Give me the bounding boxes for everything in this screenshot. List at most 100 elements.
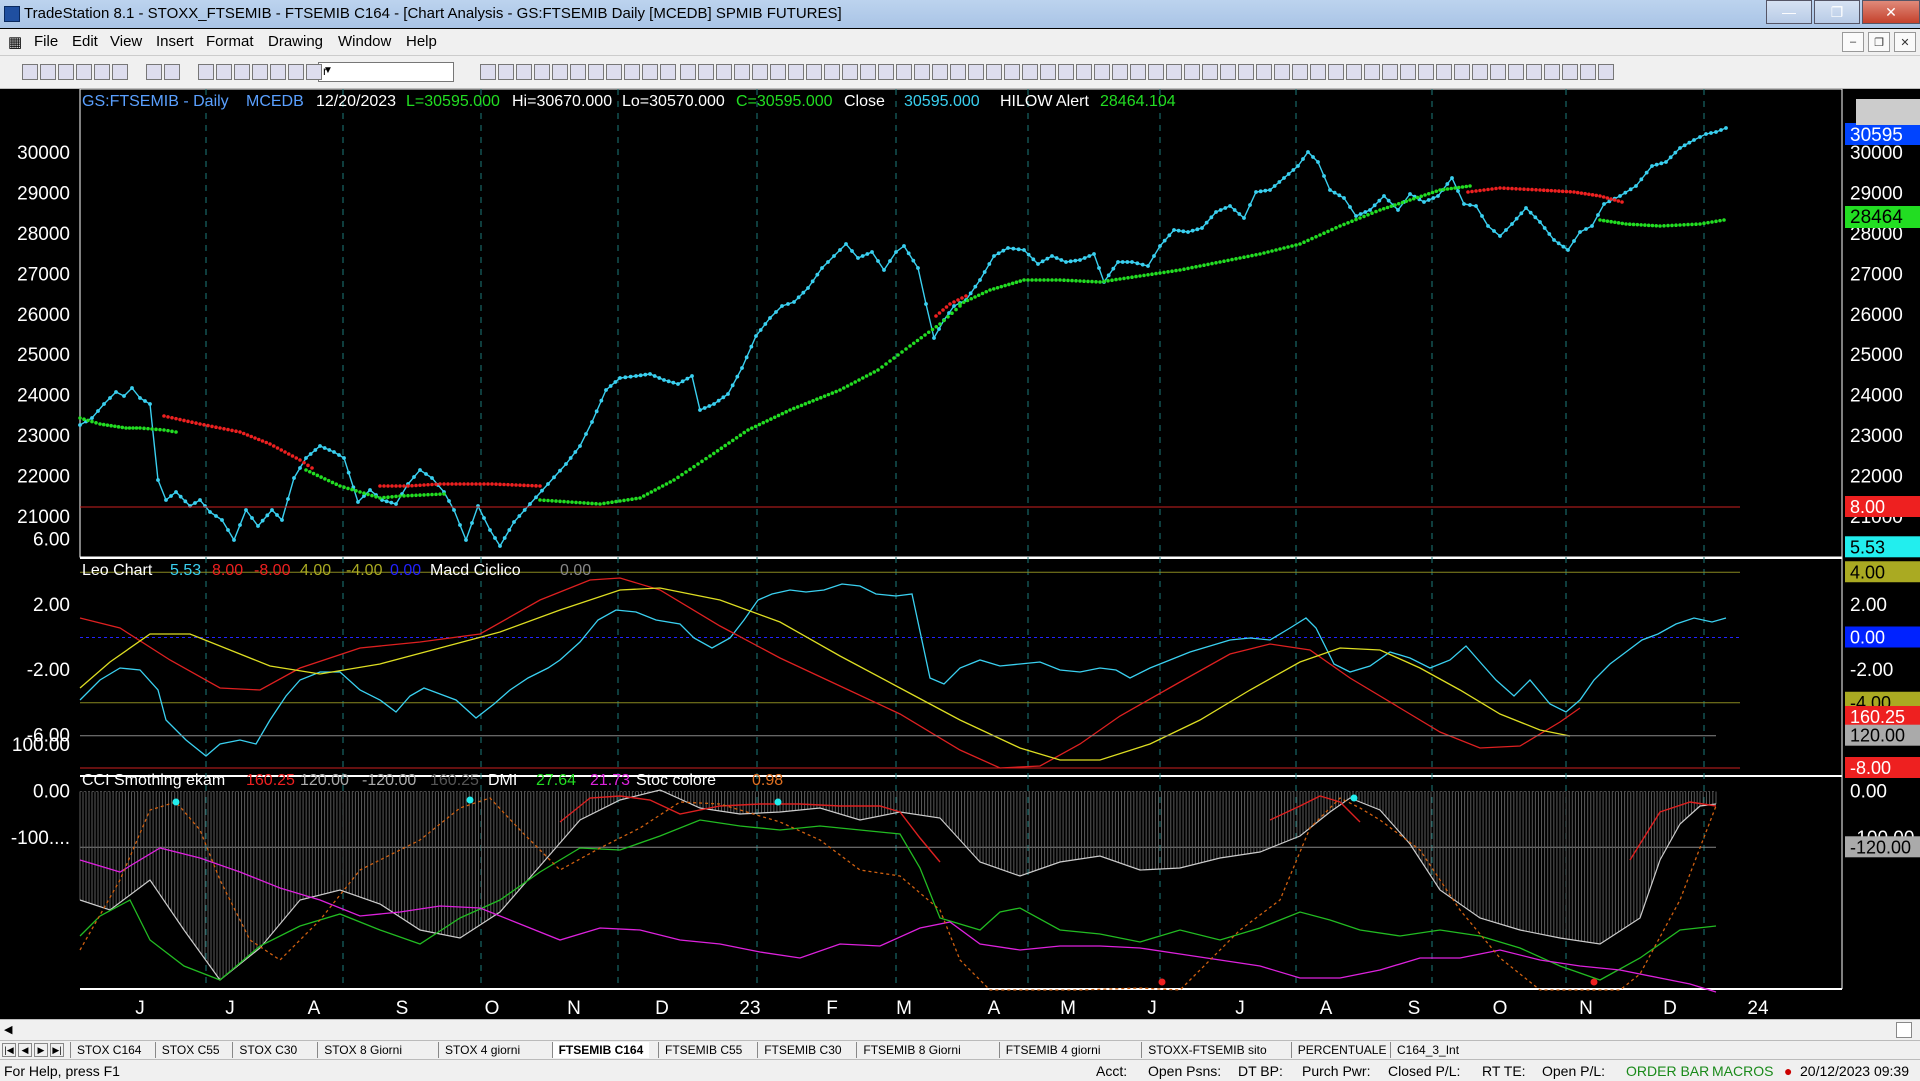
toolbar-tool-icon[interactable]	[588, 64, 604, 80]
toolbar-tool-icon[interactable]	[76, 64, 92, 80]
toolbar-tool-icon[interactable]	[1076, 64, 1092, 80]
scroll-thumb[interactable]	[1896, 1022, 1912, 1038]
workspace-tab[interactable]: STOXX-FTSEMIB sito	[1141, 1042, 1272, 1058]
toolbar-tool-icon[interactable]	[1094, 64, 1110, 80]
toolbar-tool-icon[interactable]	[94, 64, 110, 80]
toolbar-tool-icon[interactable]	[1130, 64, 1146, 80]
toolbar-tool-icon[interactable]	[680, 64, 696, 80]
toolbar-tool-icon[interactable]	[1598, 64, 1614, 80]
toolbar-tool-icon[interactable]	[270, 64, 286, 80]
horizontal-scrollbar[interactable]: ◀	[0, 1019, 1920, 1040]
toolbar-tool-icon[interactable]	[40, 64, 56, 80]
toolbar-tool-icon[interactable]	[896, 64, 912, 80]
toolbar-tool-icon[interactable]	[570, 64, 586, 80]
workspace-tab[interactable]: C164_3_Int	[1390, 1042, 1465, 1058]
toolbar-tool-icon[interactable]	[860, 64, 876, 80]
workspace-tab[interactable]: FTSEMIB 8 Giorni	[856, 1042, 966, 1058]
toolbar-tool-icon[interactable]	[1436, 64, 1452, 80]
toolbar-tool-icon[interactable]	[788, 64, 804, 80]
toolbar-tool-icon[interactable]	[288, 64, 304, 80]
toolbar-tool-icon[interactable]	[112, 64, 128, 80]
toolbar-tool-icon[interactable]	[216, 64, 232, 80]
toolbar-tool-icon[interactable]	[806, 64, 822, 80]
toolbar-tool-icon[interactable]	[1256, 64, 1272, 80]
tab-first-icon[interactable]: |◀	[2, 1043, 16, 1057]
chart-area[interactable]: 30000 29000 28000 27000 26000 25000 24000 23000…	[0, 89, 1920, 1029]
toolbar-tool-icon[interactable]	[1238, 64, 1254, 80]
toolbar-tool-icon[interactable]	[932, 64, 948, 80]
toolbar-tool-icon[interactable]	[1472, 64, 1488, 80]
toolbar-tool-icon[interactable]	[1328, 64, 1344, 80]
menu-format[interactable]: Format	[206, 33, 254, 50]
toolbar-tool-icon[interactable]	[1454, 64, 1470, 80]
toolbar-tool-icon[interactable]	[1364, 64, 1380, 80]
toolbar-tool-icon[interactable]	[164, 64, 180, 80]
toolbar-tool-icon[interactable]	[914, 64, 930, 80]
toolbar-tool-icon[interactable]	[642, 64, 658, 80]
toolbar-tool-icon[interactable]	[1166, 64, 1182, 80]
toolbar-tool-icon[interactable]	[198, 64, 214, 80]
scroll-left-icon[interactable]: ◀	[4, 1023, 12, 1036]
toolbar-tool-icon[interactable]	[1112, 64, 1128, 80]
toolbar-tool-icon[interactable]	[1220, 64, 1236, 80]
mdi-restore-button[interactable]: ❐	[1868, 32, 1890, 52]
menu-window[interactable]: Window	[338, 33, 391, 50]
toolbar-tool-icon[interactable]	[1508, 64, 1524, 80]
toolbar-tool-icon[interactable]	[22, 64, 38, 80]
workspace-tab[interactable]: PERCENTUALE	[1290, 1042, 1393, 1058]
toolbar-tool-icon[interactable]	[878, 64, 894, 80]
toolbar-tool-icon[interactable]	[1310, 64, 1326, 80]
toolbar-tool-icon[interactable]	[1490, 64, 1506, 80]
workspace-tab[interactable]: FTSEMIB C30	[757, 1042, 847, 1058]
menu-insert[interactable]: Insert	[156, 33, 194, 50]
toolbar-tool-icon[interactable]	[1418, 64, 1434, 80]
toolbar-tool-icon[interactable]	[1526, 64, 1542, 80]
toolbar-tool-icon[interactable]	[698, 64, 714, 80]
toolbar-tool-icon[interactable]	[234, 64, 250, 80]
tab-prev-icon[interactable]: ◀	[18, 1043, 32, 1057]
toolbar-tool-icon[interactable]	[1400, 64, 1416, 80]
toolbar-tool-icon[interactable]	[146, 64, 162, 80]
toolbar-tool-icon[interactable]	[1382, 64, 1398, 80]
mdi-minimize-button[interactable]: –	[1842, 32, 1864, 52]
toolbar-tool-icon[interactable]	[1562, 64, 1578, 80]
menu-view[interactable]: View	[110, 33, 142, 50]
toolbar-tool-icon[interactable]	[770, 64, 786, 80]
toolbar-tool-icon[interactable]	[1184, 64, 1200, 80]
workspace-tab[interactable]: STOX C55	[154, 1042, 226, 1058]
tab-last-icon[interactable]: ▶|	[50, 1043, 64, 1057]
minimize-button[interactable]: —	[1766, 0, 1812, 24]
toolbar-tool-icon[interactable]	[552, 64, 568, 80]
toolbar-tool-icon[interactable]	[1274, 64, 1290, 80]
toolbar-tool-icon[interactable]	[1058, 64, 1074, 80]
toolbar-tool-icon[interactable]	[480, 64, 496, 80]
toolbar-tool-icon[interactable]	[842, 64, 858, 80]
symbol-combo[interactable]: r ▼	[318, 62, 454, 82]
menu-drawing[interactable]: Drawing	[268, 33, 323, 50]
toolbar-tool-icon[interactable]	[1202, 64, 1218, 80]
toolbar-tool-icon[interactable]	[606, 64, 622, 80]
macros-button[interactable]: MACROS	[1712, 1063, 1773, 1079]
maximize-button[interactable]: ❐	[1814, 0, 1860, 24]
menu-edit[interactable]: Edit	[72, 33, 98, 50]
toolbar-tool-icon[interactable]	[1580, 64, 1596, 80]
close-button[interactable]: ✕	[1862, 0, 1920, 24]
toolbar-tool-icon[interactable]	[734, 64, 750, 80]
toolbar-tool-icon[interactable]	[58, 64, 74, 80]
workspace-tab[interactable]: STOX C164	[70, 1042, 147, 1058]
menu-help[interactable]: Help	[406, 33, 437, 50]
toolbar-tool-icon[interactable]	[752, 64, 768, 80]
toolbar-tool-icon[interactable]	[1544, 64, 1560, 80]
toolbar-tool-icon[interactable]	[534, 64, 550, 80]
workspace-tab[interactable]: FTSEMIB C55	[658, 1042, 748, 1058]
toolbar-tool-icon[interactable]	[1292, 64, 1308, 80]
toolbar-tool-icon[interactable]	[716, 64, 732, 80]
toolbar-tool-icon[interactable]	[252, 64, 268, 80]
toolbar-tool-icon[interactable]	[1004, 64, 1020, 80]
toolbar-tool-icon[interactable]	[660, 64, 676, 80]
toolbar-tool-icon[interactable]	[950, 64, 966, 80]
toolbar-tool-icon[interactable]	[1022, 64, 1038, 80]
toolbar-tool-icon[interactable]	[516, 64, 532, 80]
workspace-tab[interactable]: STOX C30	[232, 1042, 303, 1058]
toolbar-tool-icon[interactable]	[986, 64, 1002, 80]
